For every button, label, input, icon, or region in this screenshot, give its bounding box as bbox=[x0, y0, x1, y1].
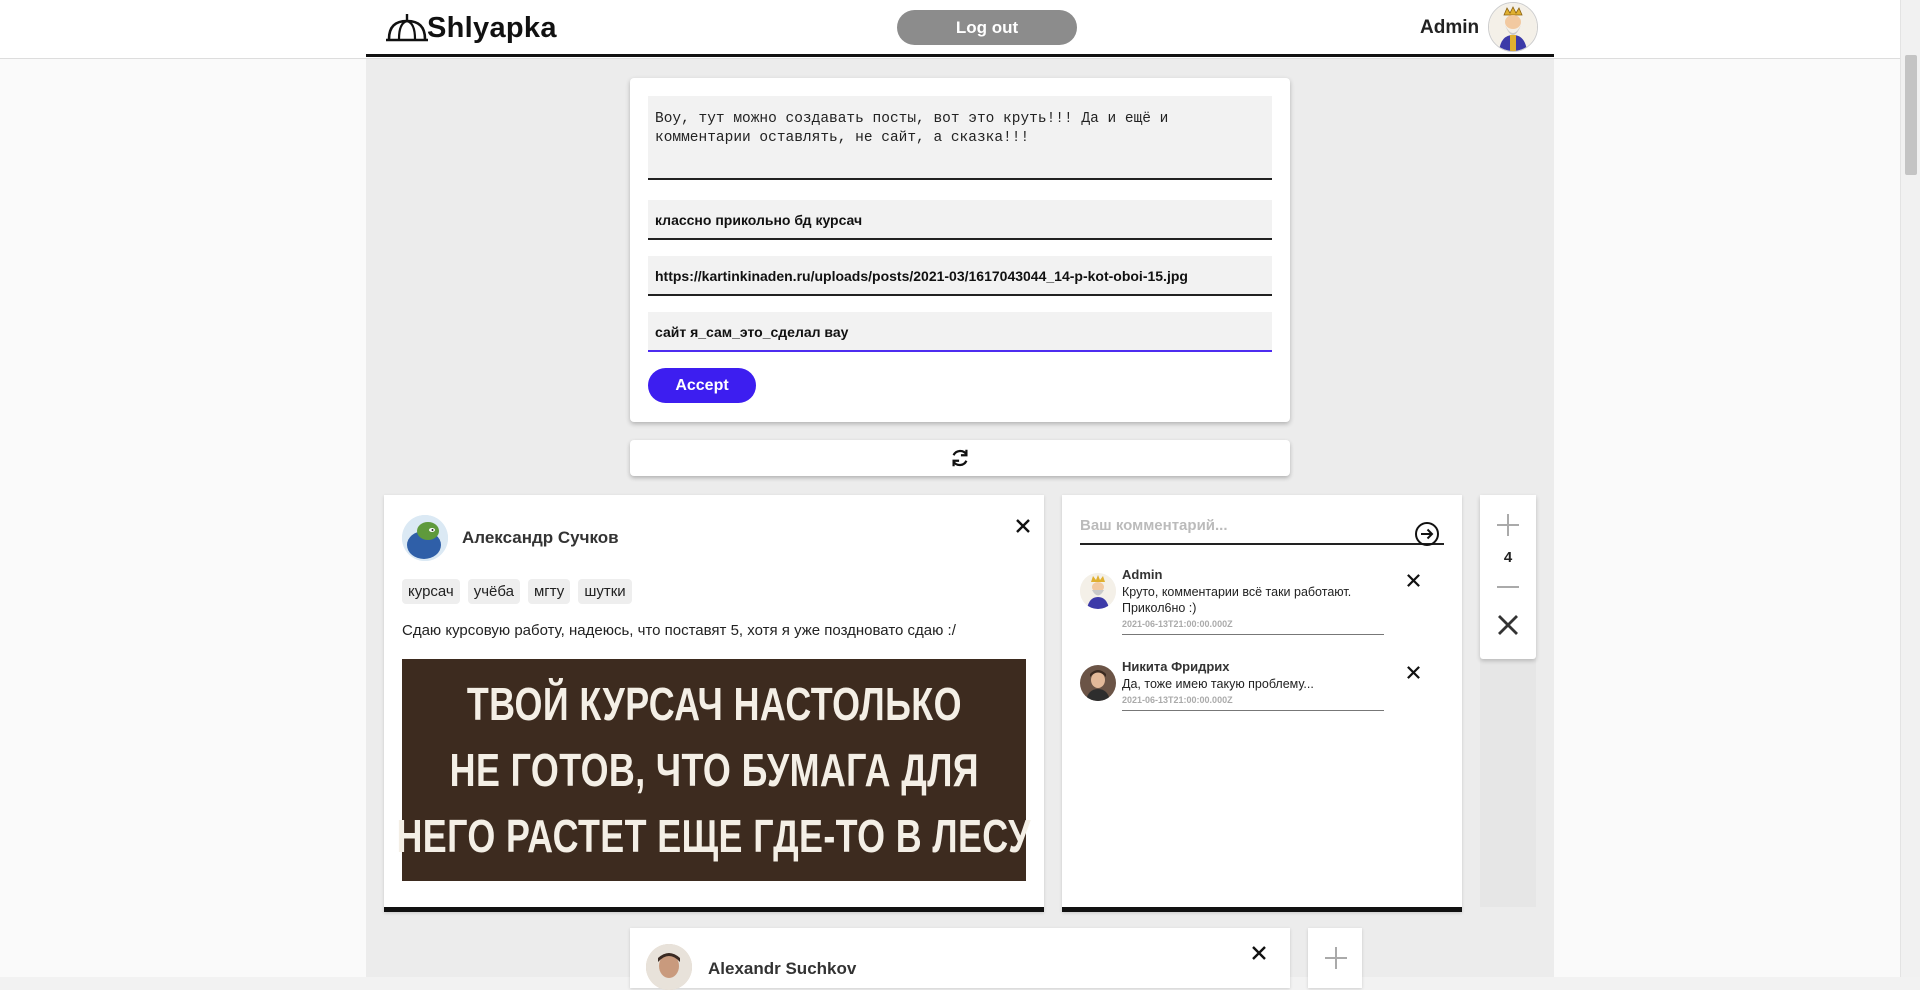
plus-icon[interactable] bbox=[1496, 513, 1520, 537]
delete-post-button[interactable] bbox=[1012, 515, 1034, 537]
post-author-name[interactable]: Александр Сучков bbox=[462, 528, 619, 548]
user-name: Admin bbox=[1420, 17, 1480, 38]
refresh-button[interactable] bbox=[630, 440, 1290, 476]
logo-text: Shlyapka bbox=[427, 11, 557, 44]
close-icon bbox=[1252, 946, 1266, 960]
refresh-icon bbox=[952, 449, 968, 467]
vote-panel: 4 bbox=[1480, 495, 1536, 907]
comment-item: Никита Фридрих Да, тоже имею такую пробл… bbox=[1080, 659, 1444, 719]
delete-comment-button[interactable] bbox=[1402, 661, 1424, 683]
minus-icon[interactable] bbox=[1496, 575, 1520, 599]
delete-comment-button[interactable] bbox=[1402, 569, 1424, 591]
plus-icon[interactable] bbox=[1324, 946, 1348, 970]
close-icon bbox=[1406, 665, 1420, 679]
post-text-value: Воу, тут можно создавать посты, вот это … bbox=[655, 111, 1169, 146]
vote-controls: 4 bbox=[1480, 495, 1536, 659]
logo[interactable]: Shlyapka bbox=[385, 10, 557, 46]
comment-input-placeholder: Ваш комментарий... bbox=[1080, 517, 1228, 534]
logout-button[interactable]: Log out bbox=[897, 10, 1077, 45]
comment-item: Admin Круто, комментарии всё таки работа… bbox=[1080, 567, 1444, 637]
image-url-value: https://kartinkinaden.ru/uploads/posts/2… bbox=[655, 268, 1188, 284]
tags-input[interactable]: классно прикольно бд курсач bbox=[648, 200, 1272, 240]
vote-controls bbox=[1308, 928, 1362, 988]
post-card: Александр Сучков курсач учёба мгту шутки… bbox=[384, 495, 1044, 912]
create-post-form: Воу, тут можно создавать посты, вот это … bbox=[630, 78, 1290, 422]
comment-date: 2021-06-13T21:00:00.000Z bbox=[1122, 619, 1233, 629]
comment-text: Да, тоже имею такую проблему... bbox=[1122, 677, 1314, 691]
post-author-avatar[interactable] bbox=[646, 944, 692, 990]
header-divider bbox=[366, 54, 1554, 57]
post-card: Alexandr Suchkov bbox=[630, 928, 1290, 990]
hat-icon bbox=[386, 14, 428, 42]
post-image-caption-line: НЕГО РАСТЕТ ЕЩЕ ГДЕ-ТО В ЛЕСУ bbox=[396, 810, 1032, 862]
post-tag[interactable]: курсач bbox=[402, 579, 460, 604]
comment-divider bbox=[1122, 634, 1384, 635]
tags-input-value: классно прикольно бд курсач bbox=[655, 212, 863, 228]
image-url-input[interactable]: https://kartinkinaden.ru/uploads/posts/2… bbox=[648, 256, 1272, 296]
comment-text: Круто, комментарии всё таки работают. Пр… bbox=[1122, 585, 1352, 615]
comment-author[interactable]: Никита Фридрих bbox=[1122, 659, 1230, 674]
comments-panel: Ваш комментарий... Admin Круто, коммента… bbox=[1062, 495, 1462, 912]
post-author-name[interactable]: Alexandr Suchkov bbox=[708, 959, 856, 979]
post-tag[interactable]: учёба bbox=[467, 579, 520, 604]
post-image-caption-line: ТВОЙ КУРСАЧ НАСТОЛЬКО bbox=[466, 678, 962, 730]
close-icon bbox=[1406, 573, 1420, 587]
user-avatar[interactable] bbox=[1488, 2, 1538, 52]
page-scrollbar[interactable] bbox=[1900, 0, 1920, 977]
post-text: Сдаю курсовую работу, надеюсь, что поста… bbox=[402, 622, 956, 639]
comment-author[interactable]: Admin bbox=[1122, 567, 1162, 582]
comment-avatar[interactable] bbox=[1080, 665, 1116, 701]
extra-input[interactable]: сайт я_сам_это_сделал вау bbox=[648, 312, 1272, 352]
post-tag[interactable]: мгту bbox=[527, 579, 571, 604]
comment-date: 2021-06-13T21:00:00.000Z bbox=[1122, 695, 1233, 705]
comment-avatar[interactable] bbox=[1080, 573, 1116, 609]
close-icon bbox=[1016, 519, 1030, 533]
post-author-avatar[interactable] bbox=[402, 515, 448, 561]
comment-divider bbox=[1122, 710, 1384, 711]
accept-button[interactable]: Accept bbox=[648, 368, 756, 403]
comment-input[interactable]: Ваш комментарий... bbox=[1080, 507, 1444, 547]
close-icon[interactable] bbox=[1496, 613, 1520, 637]
post-text-area[interactable]: Воу, тут можно создавать посты, вот это … bbox=[648, 96, 1272, 180]
post-tag[interactable]: шутки bbox=[578, 579, 632, 604]
scrollbar-thumb[interactable] bbox=[1905, 55, 1917, 175]
delete-post-button[interactable] bbox=[1248, 942, 1270, 964]
post-image: ТВОЙ КУРСАЧ НАСТОЛЬКО НЕ ГОТОВ, ЧТО БУМА… bbox=[397, 659, 1031, 881]
rating-count: 4 bbox=[1503, 549, 1513, 566]
extra-input-value: сайт я_сам_это_сделал вау bbox=[655, 324, 849, 340]
post-image-caption-line: НЕ ГОТОВ, ЧТО БУМАГА ДЛЯ bbox=[449, 744, 979, 796]
post-tags: курсач учёба мгту шутки bbox=[402, 579, 632, 604]
send-arrow-icon[interactable] bbox=[1414, 521, 1440, 547]
